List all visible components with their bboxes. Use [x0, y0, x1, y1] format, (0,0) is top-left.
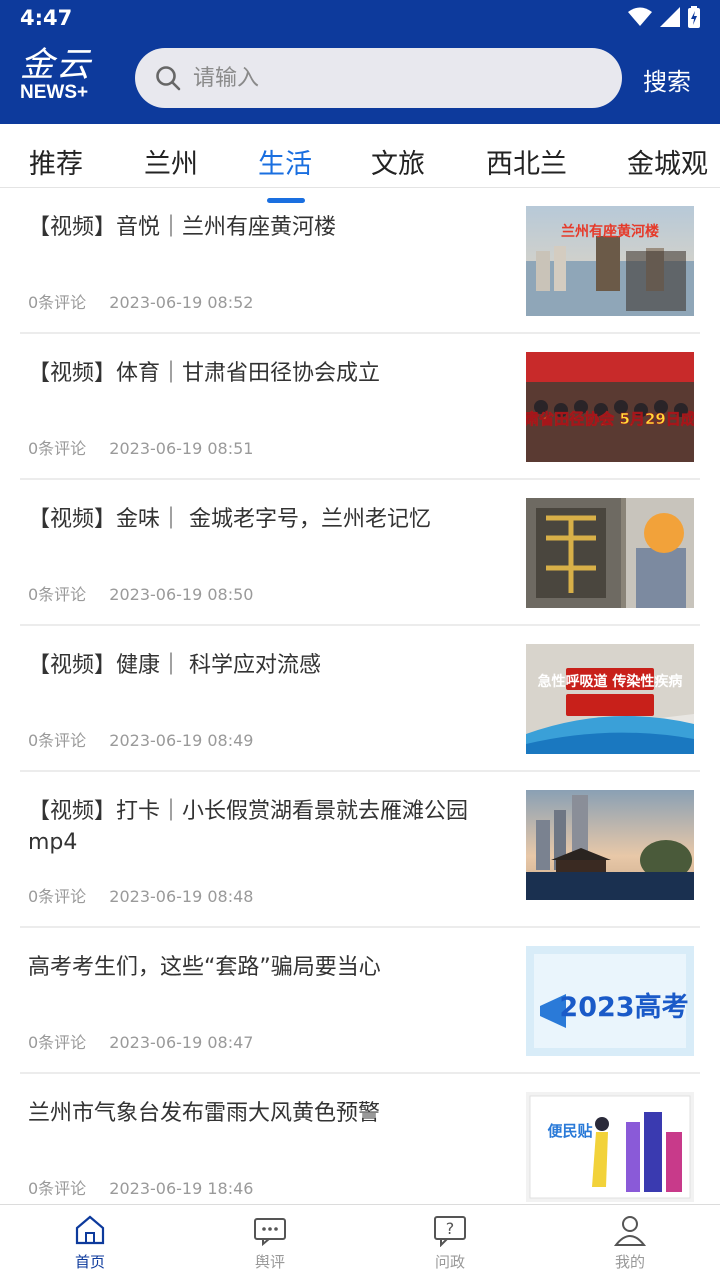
article-thumbnail: 甘肃省田径协会 5月29日成立: [526, 352, 694, 462]
publish-time: 2023-06-19 08:51: [109, 439, 254, 458]
signal-icon: [660, 7, 680, 27]
status-icons: [628, 6, 700, 28]
comment-count: 0条评论: [28, 731, 87, 750]
comment-count: 0条评论: [28, 585, 87, 604]
question-icon: ?: [434, 1216, 466, 1247]
comment-count: 0条评论: [28, 1179, 87, 1198]
publish-time: 2023-06-19 08:47: [109, 1033, 254, 1052]
comment-count: 0条评论: [28, 293, 87, 312]
status-bar: 4:47: [0, 0, 720, 36]
svg-text:2023高考: 2023高考: [559, 991, 688, 1023]
svg-text:兰州有座黄河楼: 兰州有座黄河楼: [561, 223, 659, 240]
article-title: 【视频】金味｜ 金城老字号，兰州老记忆: [28, 507, 431, 532]
list-item[interactable]: 【视频】健康｜ 科学应对流感 0条评论 2023-06-19 08:49 急性呼…: [20, 626, 700, 772]
tab-lanzhou[interactable]: 兰州: [144, 142, 198, 181]
comment-count: 0条评论: [28, 439, 87, 458]
article-meta: 0条评论 2023-06-19 08:51: [28, 435, 253, 459]
list-item[interactable]: 【视频】金味｜ 金城老字号，兰州老记忆 0条评论 2023-06-19 08:5…: [20, 480, 700, 626]
article-thumbnail: 便民贴: [526, 1092, 694, 1202]
article-title: 【视频】音悦｜兰州有座黄河楼: [28, 215, 337, 240]
svg-text:?: ?: [446, 1219, 455, 1238]
search-input[interactable]: [193, 65, 593, 91]
article-thumbnail: 2023高考: [526, 946, 694, 1056]
list-item[interactable]: 【视频】音悦｜兰州有座黄河楼 0条评论 2023-06-19 08:52 兰州有…: [20, 188, 700, 334]
nav-comment[interactable]: 舆评: [220, 1213, 320, 1272]
article-meta: 0条评论 2023-06-19 18:46: [28, 1175, 253, 1199]
article-title: 兰州市气象台发布雷雨大风黄色预警: [28, 1101, 381, 1126]
publish-time: 2023-06-19 18:46: [109, 1179, 254, 1198]
publish-time: 2023-06-19 08:52: [109, 293, 254, 312]
app-header: 4:47 金云 NEWS+ 搜索: [0, 0, 720, 124]
publish-time: 2023-06-19 08:49: [109, 731, 254, 750]
article-title: 高考考生们，这些“套路”骗局要当心: [28, 955, 381, 980]
nav-label: 舆评: [254, 1253, 285, 1271]
logo-en-text: NEWS+: [20, 82, 89, 103]
comment-count: 0条评论: [28, 1033, 87, 1052]
nav-label: 问政: [434, 1253, 465, 1271]
article-thumbnail: 急性呼吸道 传染性疾病: [526, 644, 694, 754]
article-meta: 0条评论 2023-06-19 08:49: [28, 727, 253, 751]
tab-northwest[interactable]: 西北兰: [486, 142, 567, 181]
svg-text:甘肃省田径协会 5月29日成立: 甘肃省田径协会 5月29日成立: [526, 410, 694, 428]
status-time: 4:47: [20, 6, 73, 30]
nav-label: 首页: [74, 1253, 105, 1271]
comment-count: 0条评论: [28, 887, 87, 906]
svg-text:急性呼吸道 传染性疾病: 急性呼吸道 传染性疾病: [538, 673, 683, 690]
category-tabs: 推荐 兰州 生活 文旅 西北兰 金城观: [0, 124, 720, 188]
chat-icon: [254, 1218, 286, 1247]
bottom-nav: 首页 舆评 ? 问政 我的: [0, 1204, 720, 1280]
article-meta: 0条评论 2023-06-19 08:47: [28, 1029, 253, 1053]
article-list: 【视频】音悦｜兰州有座黄河楼 0条评论 2023-06-19 08:52 兰州有…: [0, 188, 720, 1220]
article-thumbnail: [526, 498, 694, 608]
nav-home[interactable]: 首页: [40, 1213, 140, 1272]
article-thumbnail: 兰州有座黄河楼: [526, 206, 694, 316]
publish-time: 2023-06-19 08:48: [109, 887, 254, 906]
article-meta: 0条评论 2023-06-19 08:48: [28, 883, 253, 907]
app-logo: 金云 NEWS+: [20, 46, 120, 110]
list-item[interactable]: 兰州市气象台发布雷雨大风黄色预警 0条评论 2023-06-19 18:46 便…: [20, 1074, 700, 1220]
tab-jincheng-view[interactable]: 金城观: [627, 142, 708, 181]
home-icon: [75, 1215, 105, 1245]
article-title: 【视频】打卡｜小长假赏湖看景就去雁滩公园mp4: [28, 799, 469, 855]
svg-text:便民贴: 便民贴: [547, 1122, 592, 1140]
article-title: 【视频】健康｜ 科学应对流感: [28, 653, 321, 678]
article-meta: 0条评论 2023-06-19 08:52: [28, 289, 253, 313]
nav-profile[interactable]: 我的: [580, 1213, 680, 1272]
nav-inquiry[interactable]: ? 问政: [400, 1213, 500, 1272]
publish-time: 2023-06-19 08:50: [109, 585, 254, 604]
list-item[interactable]: 【视频】体育｜甘肃省田径协会成立 0条评论 2023-06-19 08:51 甘…: [20, 334, 700, 480]
user-icon: [613, 1216, 647, 1246]
logo-cn-text: 金云: [20, 45, 92, 85]
tab-life[interactable]: 生活: [258, 142, 312, 181]
article-meta: 0条评论 2023-06-19 08:50: [28, 581, 253, 605]
search-box[interactable]: [135, 48, 622, 108]
search-icon: [156, 66, 181, 91]
tab-culture-travel[interactable]: 文旅: [371, 142, 425, 181]
search-button[interactable]: 搜索: [643, 62, 691, 97]
article-thumbnail: [526, 790, 694, 900]
list-item[interactable]: 高考考生们，这些“套路”骗局要当心 0条评论 2023-06-19 08:47 …: [20, 928, 700, 1074]
wifi-icon: [628, 7, 652, 26]
list-item[interactable]: 【视频】打卡｜小长假赏湖看景就去雁滩公园mp4 0条评论 2023-06-19 …: [20, 772, 700, 928]
battery-icon: [688, 6, 700, 28]
nav-label: 我的: [614, 1253, 645, 1271]
article-title: 【视频】体育｜甘肃省田径协会成立: [28, 361, 381, 386]
tab-recommend[interactable]: 推荐: [29, 142, 83, 181]
